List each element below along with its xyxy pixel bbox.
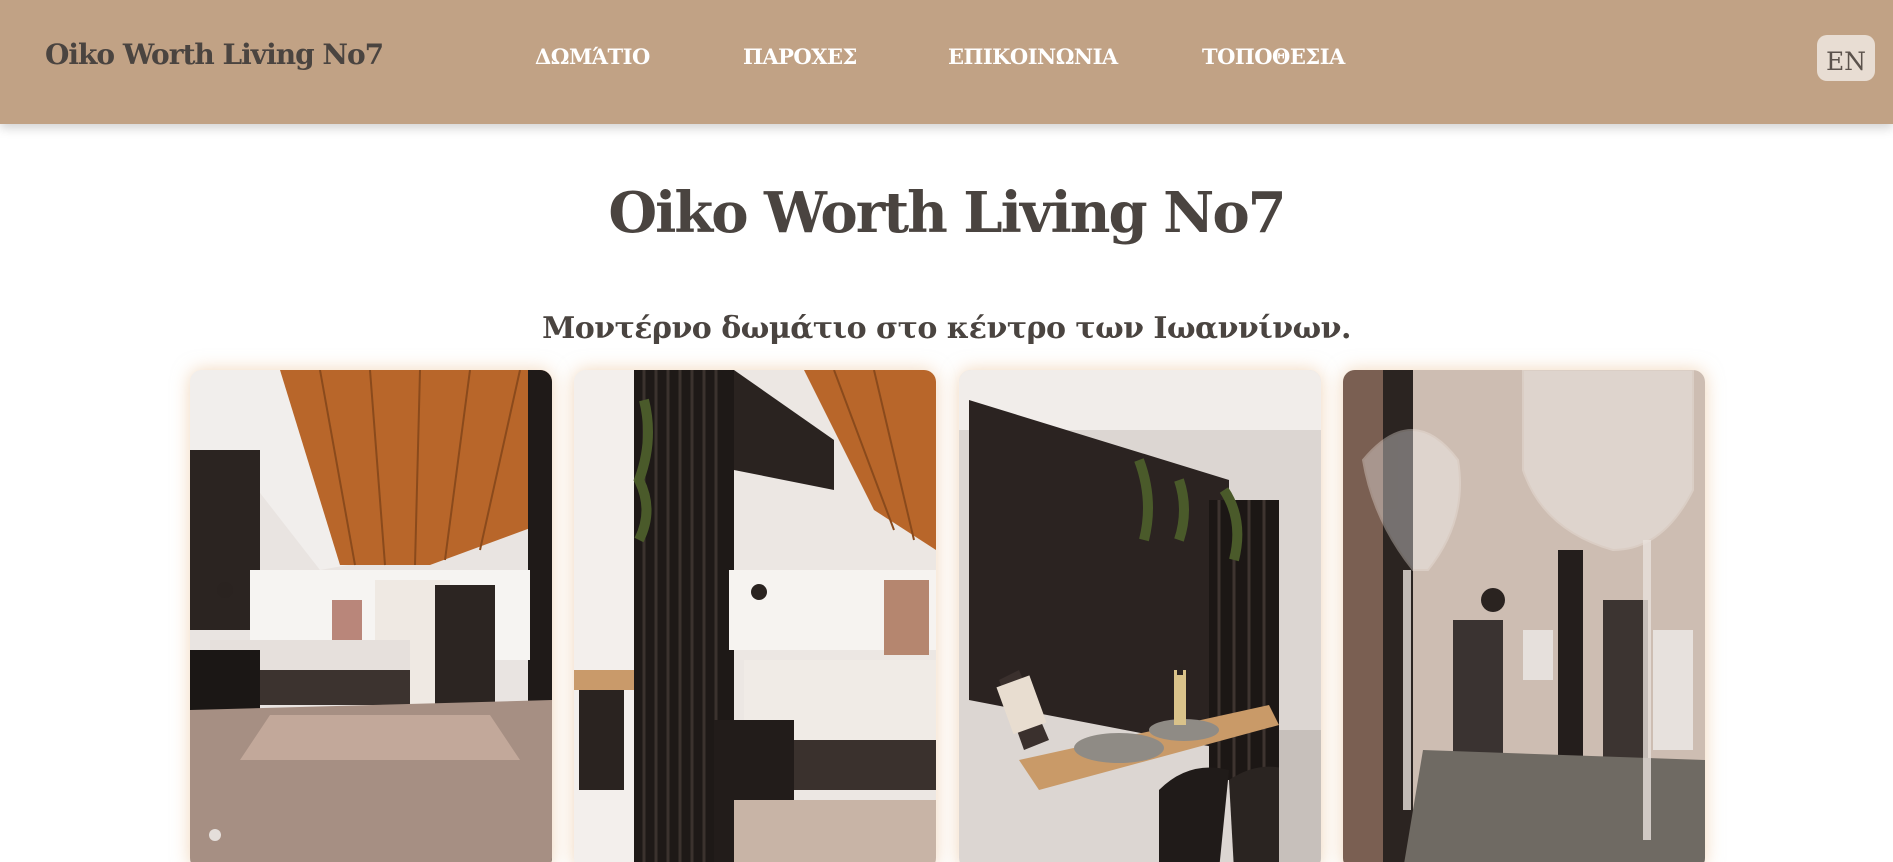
gallery-photo-bedroom[interactable]	[190, 370, 552, 862]
nav-link-contact[interactable]: ΕΠΙΚΟΙΝΩΝΙΑ	[948, 44, 1118, 69]
top-navigation-bar: Oiko Worth Living No7 ΔΩΜΆΤΙΟ ΠΑΡΟΧΕΣ ΕΠ…	[0, 0, 1893, 124]
bed-partition-photo-illustration	[574, 370, 936, 862]
language-switch-button[interactable]: EN	[1817, 35, 1875, 81]
nav-link-amenities[interactable]: ΠΑΡΟΧΕΣ	[743, 44, 857, 69]
gallery-photo-desk[interactable]	[959, 370, 1321, 862]
wine-glasses-photo-illustration	[1343, 370, 1705, 862]
nav-link-location[interactable]: ΤΟΠΟΘΕΣΙΑ	[1202, 44, 1345, 69]
page-subtitle: Μοντέρνο δωμάτιο στο κέντρο των Ιωαννίνω…	[542, 311, 1351, 346]
nav-link-room[interactable]: ΔΩΜΆΤΙΟ	[535, 44, 650, 69]
gallery-photo-bed-partition[interactable]	[574, 370, 936, 862]
desk-photo-illustration	[959, 370, 1321, 862]
bedroom-photo-illustration	[190, 370, 552, 862]
page-title: Oiko Worth Living No7	[608, 180, 1286, 246]
brand-logo-link[interactable]: Oiko Worth Living No7	[45, 38, 384, 71]
gallery-photo-wine-glasses[interactable]	[1343, 370, 1705, 862]
